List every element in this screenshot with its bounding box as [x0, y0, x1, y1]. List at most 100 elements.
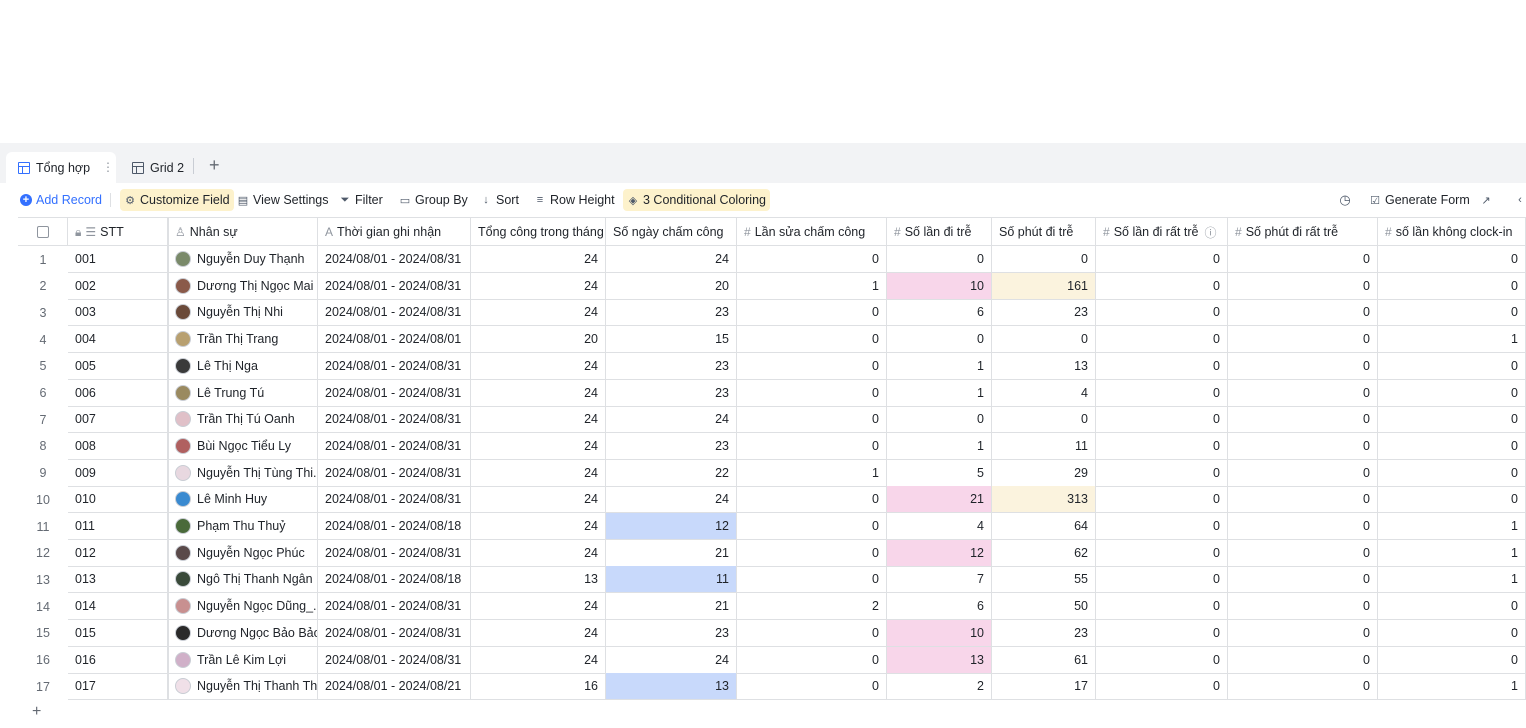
column-header-khong-clockin[interactable]: # số lần không clock-in: [1378, 218, 1526, 246]
cell-name[interactable]: Lê Thị Nga: [168, 352, 318, 380]
cell-stt[interactable]: 014: [68, 593, 168, 621]
filter-button[interactable]: ⏷ Filter: [339, 189, 383, 211]
cell-stt[interactable]: 010: [68, 486, 168, 514]
collapse-button[interactable]: ‹: [1514, 189, 1526, 211]
cell-days[interactable]: 21: [606, 593, 737, 621]
cell-stt[interactable]: 011: [68, 513, 168, 540]
group-by-button[interactable]: ▭ Group By: [399, 189, 468, 211]
cell-late[interactable]: 4: [887, 513, 992, 540]
table-row[interactable]: 14 014 Nguyễn Ngọc Dũng_... 2024/08/01 - 20…: [0, 593, 1526, 621]
cell-days[interactable]: 24: [606, 646, 737, 674]
cell-days[interactable]: 24: [606, 486, 737, 514]
cell-total[interactable]: 24: [471, 593, 606, 621]
cell-late-min[interactable]: 4: [992, 379, 1096, 407]
cell-very-late[interactable]: 0: [1096, 326, 1228, 354]
cell-period[interactable]: 2024/08/01 - 2024/08/31: [318, 459, 471, 487]
cell-name[interactable]: Lê Trung Tú: [168, 379, 318, 407]
cell-stt[interactable]: 007: [68, 406, 168, 434]
column-header-so-ngay[interactable]: Số ngày chấm công: [606, 218, 737, 246]
column-header-stt[interactable]: 🔒︎ ☰ STT: [68, 218, 168, 246]
cell-total[interactable]: 13: [471, 566, 606, 594]
cell-very-late-min[interactable]: 0: [1228, 432, 1378, 460]
cell-no-clockin[interactable]: 0: [1378, 379, 1526, 407]
select-all-checkbox[interactable]: [36, 226, 49, 238]
cell-period[interactable]: 2024/08/01 - 2024/08/31: [318, 619, 471, 647]
table-row[interactable]: 10 010 Lê Minh Huy 2024/08/01 - 2024/08/31 2…: [0, 486, 1526, 514]
cell-very-late[interactable]: 0: [1096, 486, 1228, 514]
cell-name[interactable]: Lê Minh Huy: [168, 486, 318, 514]
cell-late[interactable]: 10: [887, 272, 992, 300]
cell-late[interactable]: 0: [887, 246, 992, 273]
cell-late-min[interactable]: 0: [992, 246, 1096, 273]
cell-late[interactable]: 7: [887, 566, 992, 594]
cell-late-min[interactable]: 11: [992, 432, 1096, 460]
cell-stt[interactable]: 012: [68, 539, 168, 567]
cell-edits[interactable]: 1: [737, 272, 887, 300]
cell-late[interactable]: 6: [887, 593, 992, 621]
cell-very-late[interactable]: 0: [1096, 566, 1228, 594]
cell-late-min[interactable]: 313: [992, 486, 1096, 514]
generate-form-button[interactable]: ☑ Generate Form: [1369, 189, 1470, 211]
cell-edits[interactable]: 0: [737, 566, 887, 594]
cell-very-late[interactable]: 0: [1096, 593, 1228, 621]
cell-very-late-min[interactable]: 0: [1228, 352, 1378, 380]
cell-period[interactable]: 2024/08/01 - 2024/08/31: [318, 352, 471, 380]
cell-total[interactable]: 24: [471, 432, 606, 460]
table-row[interactable]: 13 013 Ngô Thị Thanh Ngân 2024/08/01 - 2024…: [0, 566, 1526, 594]
cell-very-late-min[interactable]: 0: [1228, 459, 1378, 487]
cell-late-min[interactable]: 0: [992, 406, 1096, 434]
cell-days[interactable]: 23: [606, 619, 737, 647]
cell-days[interactable]: 24: [606, 406, 737, 434]
cell-no-clockin[interactable]: 1: [1378, 539, 1526, 567]
cell-total[interactable]: 24: [471, 619, 606, 647]
cell-no-clockin[interactable]: 0: [1378, 459, 1526, 487]
cell-name[interactable]: Trần Lê Kim Lợi: [168, 646, 318, 674]
cell-period[interactable]: 2024/08/01 - 2024/08/31: [318, 406, 471, 434]
cell-stt[interactable]: 003: [68, 299, 168, 327]
cell-days[interactable]: 11: [606, 566, 737, 594]
cell-no-clockin[interactable]: 0: [1378, 246, 1526, 273]
cell-name[interactable]: Dương Thị Ngọc Mai: [168, 272, 318, 300]
info-icon[interactable]: ⓘ: [1204, 224, 1216, 241]
cell-very-late[interactable]: 0: [1096, 432, 1228, 460]
cell-days[interactable]: 23: [606, 299, 737, 327]
cell-edits[interactable]: 0: [737, 539, 887, 567]
cell-stt[interactable]: 009: [68, 459, 168, 487]
table-row[interactable]: 9 009 Nguyễn Thị Tùng Thi... 2024/08/01 - 2…: [0, 459, 1526, 487]
column-header-so-phut-di-tre[interactable]: Số phút đi trễ: [992, 218, 1096, 246]
table-row[interactable]: 3 003 Nguyễn Thị Nhi 2024/08/01 - 2024/08/3…: [0, 299, 1526, 327]
cell-very-late-min[interactable]: 0: [1228, 593, 1378, 621]
cell-name[interactable]: Ngô Thị Thanh Ngân: [168, 566, 318, 594]
cell-period[interactable]: 2024/08/01 - 2024/08/31: [318, 539, 471, 567]
cell-days[interactable]: 20: [606, 272, 737, 300]
cell-edits[interactable]: 0: [737, 406, 887, 434]
cell-late-min[interactable]: 0: [992, 326, 1096, 354]
cell-edits[interactable]: 0: [737, 646, 887, 674]
cell-very-late[interactable]: 0: [1096, 406, 1228, 434]
cell-late-min[interactable]: 23: [992, 299, 1096, 327]
cell-name[interactable]: Nguyễn Thị Thanh Thư: [168, 673, 318, 701]
cell-stt[interactable]: 005: [68, 352, 168, 380]
view-settings-button[interactable]: ▤ View Settings: [237, 189, 329, 211]
cell-late-min[interactable]: 50: [992, 593, 1096, 621]
cell-very-late-min[interactable]: 0: [1228, 326, 1378, 354]
cell-stt[interactable]: 002: [68, 272, 168, 300]
cell-edits[interactable]: 2: [737, 593, 887, 621]
cell-total[interactable]: 24: [471, 272, 606, 300]
cell-very-late-min[interactable]: 0: [1228, 619, 1378, 647]
cell-days[interactable]: 24: [606, 246, 737, 273]
column-header-so-lan-di-tre[interactable]: # Số lần đi trễ: [887, 218, 992, 246]
table-row[interactable]: 2 002 Dương Thị Ngọc Mai 2024/08/01 - 2024/…: [0, 272, 1526, 300]
cell-no-clockin[interactable]: 0: [1378, 299, 1526, 327]
cell-late-min[interactable]: 23: [992, 619, 1096, 647]
cell-period[interactable]: 2024/08/01 - 2024/08/18: [318, 513, 471, 540]
table-row[interactable]: 15 015 Dương Ngọc Bảo Bảo 2024/08/01 - 2024…: [0, 619, 1526, 647]
table-row[interactable]: 4 004 Trần Thị Trang 2024/08/01 - 2024/08/0…: [0, 326, 1526, 354]
cell-edits[interactable]: 0: [737, 619, 887, 647]
column-header-tong-cong[interactable]: Tổng công trong tháng: [471, 218, 606, 246]
cell-name[interactable]: Nguyễn Ngọc Dũng_...: [168, 593, 318, 621]
cell-late[interactable]: 12: [887, 539, 992, 567]
cell-late[interactable]: 21: [887, 486, 992, 514]
cell-stt[interactable]: 016: [68, 646, 168, 674]
conditional-coloring-button[interactable]: ◈ 3 Conditional Coloring: [623, 189, 770, 211]
